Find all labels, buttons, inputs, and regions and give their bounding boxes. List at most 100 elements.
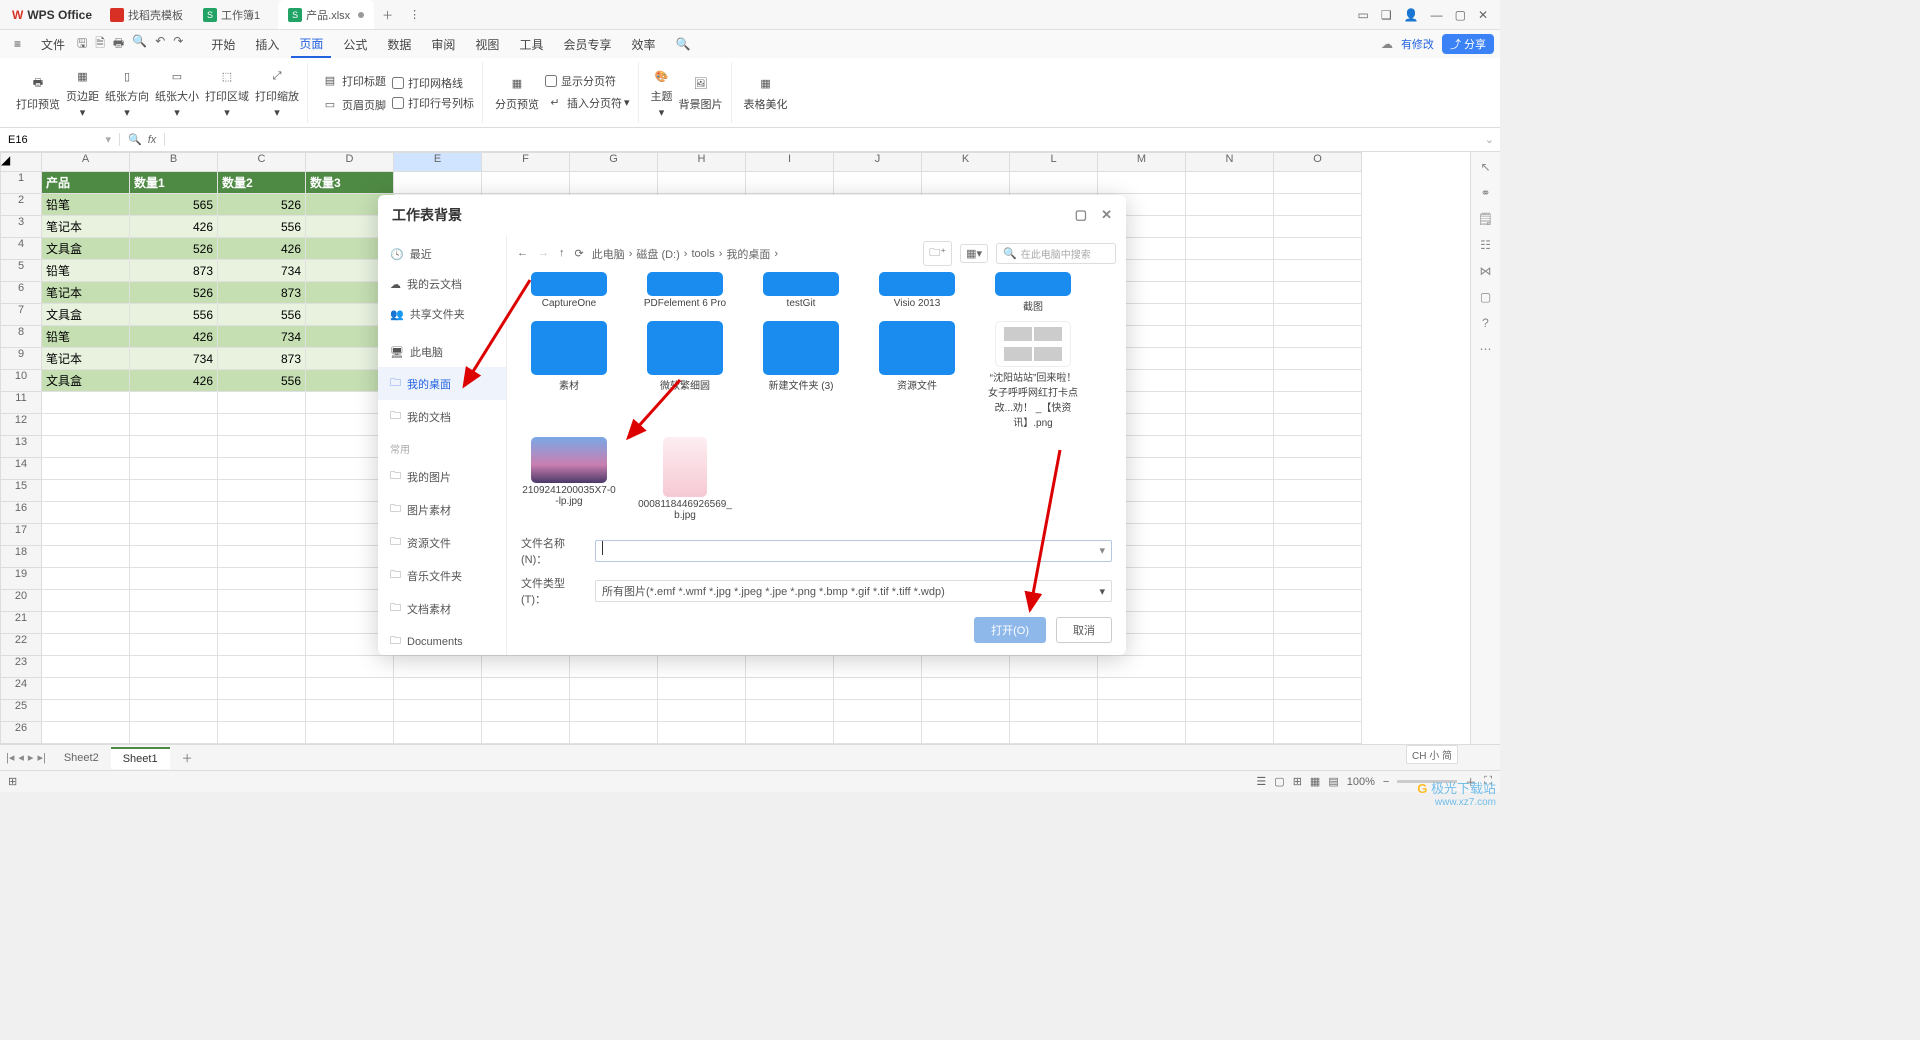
column-header[interactable]: B (130, 152, 218, 172)
cell[interactable] (1186, 524, 1274, 546)
cell[interactable] (130, 678, 218, 700)
search-icon[interactable]: 🔍 (667, 33, 698, 55)
cell[interactable] (1274, 458, 1362, 480)
column-header[interactable]: I (746, 152, 834, 172)
row-header[interactable]: 1 (0, 172, 42, 194)
cell[interactable] (1274, 216, 1362, 238)
cell[interactable] (1098, 678, 1186, 700)
cell[interactable] (1274, 634, 1362, 656)
sidebar-music[interactable]: 🗀音乐文件夹 (378, 559, 506, 592)
sidebar-resources[interactable]: 🗀资源文件 (378, 526, 506, 559)
cell[interactable] (1186, 194, 1274, 216)
file-item[interactable]: “沈阳站站”回来啦！女子呼呼网红打卡点改...劝！ _【快资讯】.png (985, 321, 1081, 429)
cell[interactable]: 铅笔 (42, 194, 130, 216)
cell[interactable] (306, 700, 394, 722)
cell[interactable] (1186, 238, 1274, 260)
cell[interactable] (1098, 172, 1186, 194)
cell[interactable]: 产品 (42, 172, 130, 194)
expand-formula-icon[interactable]: ⌄ (1479, 133, 1500, 146)
cell[interactable] (746, 172, 834, 194)
cell[interactable] (306, 678, 394, 700)
row-header[interactable]: 12 (0, 414, 42, 436)
cell[interactable] (1274, 260, 1362, 282)
row-header[interactable]: 10 (0, 370, 42, 392)
cell[interactable]: 笔记本 (42, 348, 130, 370)
file-item[interactable]: 截图 (985, 272, 1081, 313)
sidebar-doc-material[interactable]: 🗀文档素材 (378, 592, 506, 625)
cell[interactable] (394, 722, 482, 744)
cell[interactable] (42, 524, 130, 546)
cell[interactable] (42, 568, 130, 590)
cell[interactable] (482, 700, 570, 722)
row-header[interactable]: 13 (0, 436, 42, 458)
row-header[interactable]: 14 (0, 458, 42, 480)
cell[interactable] (1186, 414, 1274, 436)
cell[interactable] (218, 392, 306, 414)
cell[interactable] (746, 722, 834, 744)
menu-start[interactable]: 开始 (203, 32, 243, 57)
cell[interactable] (42, 458, 130, 480)
sidebar-recent[interactable]: 🕓最近 (378, 239, 506, 269)
cell[interactable] (130, 414, 218, 436)
tab-product-xlsx[interactable]: S 产品.xlsx (278, 0, 374, 29)
cell[interactable] (922, 172, 1010, 194)
print-gridlines-checkbox[interactable]: 打印网格线 (392, 75, 474, 91)
row-header[interactable]: 7 (0, 304, 42, 326)
cell[interactable] (1274, 656, 1362, 678)
tab-workbook1[interactable]: S 工作簿1 (193, 0, 278, 29)
view-mode-icon[interactable]: ▦▾ (960, 244, 988, 263)
print-title-button[interactable]: ▤打印标题 (320, 71, 386, 91)
menu-data[interactable]: 数据 (379, 32, 419, 57)
cell[interactable] (42, 502, 130, 524)
cell[interactable] (130, 656, 218, 678)
link-icon[interactable]: ⚭ (1480, 186, 1490, 200)
cell[interactable] (42, 700, 130, 722)
cell[interactable] (1186, 172, 1274, 194)
row-header[interactable]: 19 (0, 568, 42, 590)
undo-icon[interactable]: ↶ (155, 34, 165, 55)
style-icon[interactable]: ☷ (1480, 238, 1491, 252)
cell[interactable] (922, 700, 1010, 722)
cell[interactable] (1186, 568, 1274, 590)
nav-back-icon[interactable]: ← (517, 247, 528, 260)
menu-member[interactable]: 会员专享 (555, 32, 619, 57)
cell[interactable] (658, 656, 746, 678)
filetype-select[interactable]: 所有图片(*.emf *.wmf *.jpg *.jpeg *.jpe *.pn… (595, 580, 1112, 602)
column-header[interactable]: A (42, 152, 130, 172)
file-browser[interactable]: CaptureOnePDFelement 6 ProtestGitVisio 2… (507, 272, 1126, 529)
help-icon[interactable]: ? (1482, 316, 1489, 330)
cell[interactable] (1010, 722, 1098, 744)
cell[interactable] (130, 568, 218, 590)
cell[interactable] (42, 436, 130, 458)
cell[interactable] (218, 590, 306, 612)
cell[interactable] (1186, 656, 1274, 678)
cell[interactable] (1186, 326, 1274, 348)
print-area-button[interactable]: ⬚打印区域▾ (205, 66, 249, 119)
row-header[interactable]: 23 (0, 656, 42, 678)
window-close[interactable]: ✕ (1478, 8, 1488, 22)
cell[interactable] (1186, 282, 1274, 304)
cell[interactable] (42, 414, 130, 436)
file-item[interactable]: 素材 (521, 321, 617, 429)
avatar[interactable]: 👤 (1404, 8, 1419, 22)
file-item[interactable]: CaptureOne (521, 272, 617, 313)
cell[interactable] (1186, 722, 1274, 744)
cell[interactable]: 426 (218, 238, 306, 260)
cube-icon[interactable]: ❑ (1381, 8, 1392, 22)
cell[interactable] (1186, 678, 1274, 700)
cell[interactable] (130, 546, 218, 568)
cell[interactable]: 文具盒 (42, 370, 130, 392)
cell[interactable] (1186, 502, 1274, 524)
menu-hamburger-icon[interactable]: ≡ (6, 33, 29, 55)
cell[interactable] (130, 634, 218, 656)
cell[interactable] (1274, 414, 1362, 436)
row-header[interactable]: 9 (0, 348, 42, 370)
cell[interactable]: 数量1 (130, 172, 218, 194)
cancel-fx-icon[interactable]: 🔍 (128, 133, 142, 146)
cell[interactable] (658, 700, 746, 722)
sheet-tab-sheet2[interactable]: Sheet2 (52, 748, 111, 768)
nav-forward-icon[interactable]: → (538, 247, 549, 260)
cursor-icon[interactable]: ↖ (1480, 160, 1490, 174)
cell[interactable] (306, 656, 394, 678)
cell[interactable] (218, 458, 306, 480)
